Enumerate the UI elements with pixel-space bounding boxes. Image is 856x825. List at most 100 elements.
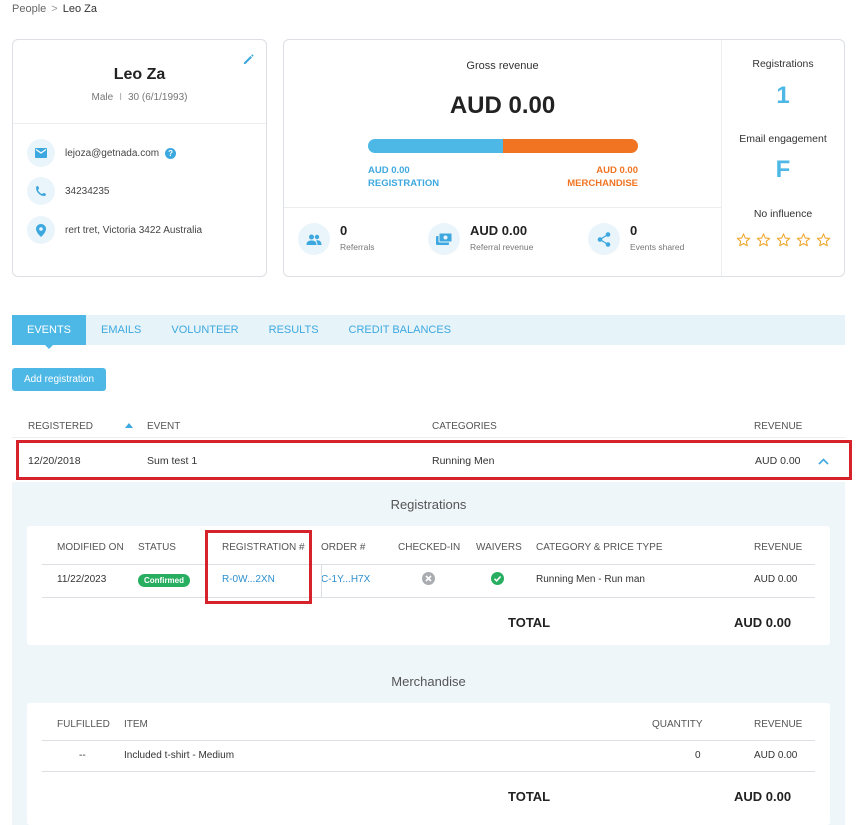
reg-category-price: Running Men - Run man [536, 574, 645, 585]
referral-revenue-label: Referral revenue [470, 242, 534, 252]
email-engagement-value: F [775, 156, 791, 183]
cash-icon [428, 223, 460, 255]
phone-icon [27, 177, 55, 205]
contact-address-row: rert tret, Victoria 3422 Australia [27, 216, 256, 244]
col-header-event[interactable]: EVENT [147, 421, 180, 432]
tab-results[interactable]: RESULTS [254, 315, 334, 345]
engagement-column: Registrations 1 Email engagement F No in… [722, 40, 844, 276]
breadcrumb-separator: > [51, 3, 58, 15]
contact-address: rert tret, Victoria 3422 Australia [65, 224, 203, 236]
profile-sub-divider: I [119, 92, 122, 103]
star-icon [796, 233, 811, 250]
merchandise-card: FULFILLED ITEM QUANTITY REVENUE -- Inclu… [27, 703, 830, 825]
col-header-categories[interactable]: CATEGORIES [432, 421, 497, 432]
reg-col-registration-no: REGISTRATION # [222, 542, 305, 553]
info-icon[interactable]: ? [165, 147, 177, 159]
breadcrumb-people-link[interactable]: People [12, 3, 46, 15]
merch-total-value: AUD 0.00 [734, 789, 792, 804]
revenue-bar-registration [368, 139, 503, 153]
waiver-signed-check-icon [491, 572, 504, 588]
people-icon [298, 223, 330, 255]
merch-revenue: AUD 0.00 [754, 750, 798, 761]
reg-row-divider [42, 597, 815, 598]
referrals-label: Referrals [340, 242, 375, 252]
reg-total-label: TOTAL [508, 615, 551, 630]
merch-col-fulfilled: FULFILLED [57, 719, 110, 730]
registration-number-link[interactable]: R-0W...2XN [222, 574, 275, 585]
merch-col-quantity: QUANTITY [652, 719, 703, 730]
contact-phone: 34234235 [65, 185, 110, 197]
merch-col-revenue: REVENUE [754, 719, 803, 730]
events-shared-label: Events shared [630, 242, 685, 252]
email-engagement-label: Email engagement [739, 133, 827, 145]
referral-revenue-value: AUD 0.00 [470, 223, 528, 238]
revenue-split-bar [368, 139, 638, 153]
merch-quantity: 0 [695, 750, 701, 761]
merch-item: Included t-shirt - Medium [124, 750, 235, 761]
tab-bar: EVENTS EMAILS VOLUNTEER RESULTS CREDIT B… [12, 315, 845, 349]
profile-card: Leo Za Male I 30 (6/1/1993) lejoza@getnada… [12, 39, 267, 277]
star-icon [756, 233, 771, 250]
gross-revenue-value: AUD 0.00 [449, 92, 556, 119]
col-header-registered[interactable]: REGISTERED [28, 421, 93, 432]
tab-credit-balances[interactable]: CREDIT BALANCES [334, 315, 467, 345]
merch-total-label: TOTAL [508, 789, 551, 804]
gross-revenue-label: Gross revenue [466, 60, 539, 72]
star-icon [736, 233, 751, 250]
profile-divider [13, 123, 266, 124]
reg-col-status: STATUS [138, 542, 176, 553]
add-registration-button[interactable]: Add registration [12, 368, 107, 391]
status-badge: Confirmed [138, 574, 190, 587]
reg-status: Confirmed [138, 574, 190, 587]
registrations-card: MODIFIED ON STATUS REGISTRATION # ORDER … [27, 526, 830, 645]
contact-email-row: lejoza@getnada.com ? [27, 139, 256, 167]
tab-emails[interactable]: EMAILS [86, 315, 156, 345]
merch-header-divider [42, 740, 815, 741]
revenue-bar-merchandise [503, 139, 638, 153]
sort-ascending-icon[interactable] [125, 421, 133, 432]
profile-demographics: Male I 30 (6/1/1993) [13, 92, 266, 103]
event-details-panel: Registrations MODIFIED ON STATUS REGISTR… [12, 482, 845, 825]
star-icon [776, 233, 791, 250]
registration-revenue-label: REGISTRATION [368, 178, 440, 189]
tab-volunteer[interactable]: VOLUNTEER [156, 315, 253, 345]
registration-revenue-value: AUD 0.00 [368, 165, 410, 176]
merchandise-section-title: Merchandise [391, 674, 466, 689]
registrations-count-label: Registrations [752, 58, 814, 70]
chevron-up-icon[interactable] [818, 456, 829, 468]
merch-row-divider [42, 771, 815, 772]
merchandise-revenue-value: AUD 0.00 [596, 165, 638, 176]
table-header-divider [12, 437, 845, 438]
merchandise-revenue-label: MERCHANDISE [567, 178, 638, 189]
contact-email[interactable]: lejoza@getnada.com [65, 148, 159, 159]
registrations-section-title: Registrations [390, 497, 467, 512]
event-row[interactable]: 12/20/2018 Sum test 1 Running Men AUD 0.… [16, 440, 852, 480]
stat-referral-revenue: AUD 0.00 Referral revenue [428, 223, 533, 257]
profile-gender: Male [91, 92, 114, 103]
reg-col-waivers: WAIVERS [476, 542, 522, 553]
share-icon [588, 223, 620, 255]
merchandise-legend: AUD 0.00 MERCHANDISE [538, 164, 638, 190]
revenue-card: Gross revenue AUD 0.00 AUD 0.00 REGISTRA… [283, 39, 845, 277]
merch-col-item: ITEM [124, 719, 148, 730]
reg-revenue: AUD 0.00 [754, 574, 798, 585]
event-revenue: AUD 0.00 [755, 455, 801, 467]
stat-events-shared: 0 Events shared [588, 223, 684, 257]
event-category: Running Men [432, 455, 495, 467]
col-header-revenue[interactable]: REVENUE [754, 421, 802, 432]
merch-fulfilled: -- [79, 750, 86, 761]
influence-label: No influence [753, 208, 813, 220]
tab-events[interactable]: EVENTS [12, 315, 87, 349]
influence-stars [722, 233, 844, 250]
reg-col-checked-in: CHECKED-IN [398, 542, 461, 553]
event-registered-date: 12/20/2018 [28, 455, 81, 467]
reg-total-value: AUD 0.00 [734, 615, 792, 630]
edit-pencil-icon[interactable] [242, 52, 256, 66]
revenue-divider [284, 207, 721, 208]
reg-column-divider [321, 564, 322, 597]
profile-age-dob: 30 (6/1/1993) [127, 92, 188, 103]
order-number-link[interactable]: C-1Y...H7X [321, 574, 370, 585]
reg-col-revenue: REVENUE [754, 542, 803, 553]
registrations-count-value: 1 [776, 82, 790, 109]
registration-legend: AUD 0.00 REGISTRATION [368, 164, 439, 190]
